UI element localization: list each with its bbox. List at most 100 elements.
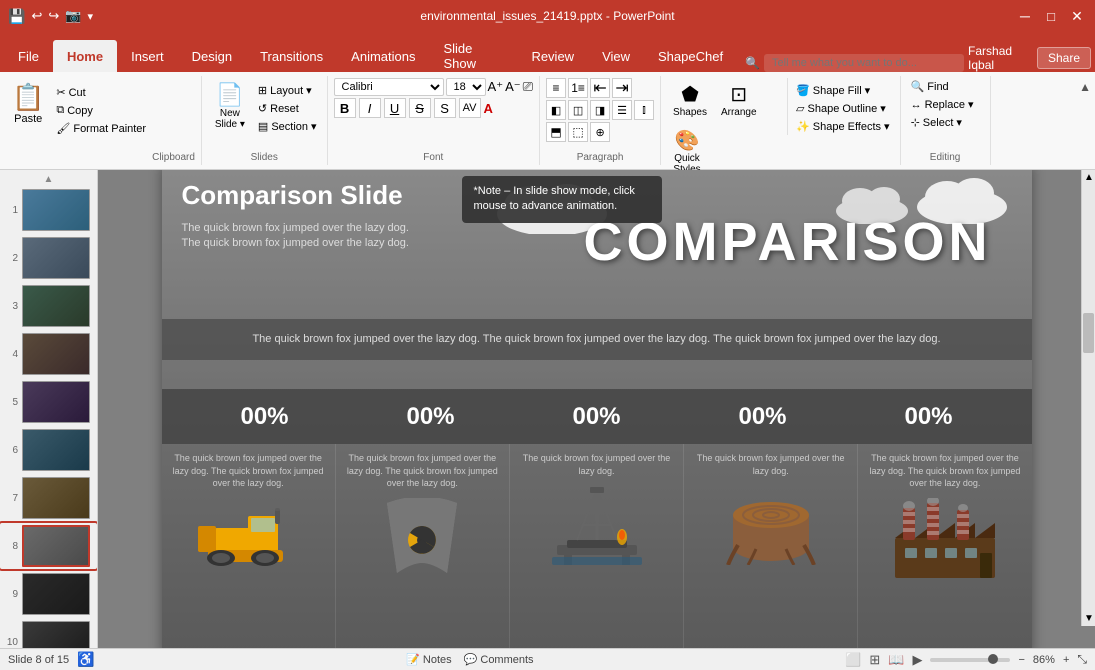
scroll-thumb[interactable] — [1083, 313, 1094, 353]
font-size-select[interactable]: 18 — [446, 78, 486, 96]
zoom-in-button[interactable]: + — [1063, 654, 1069, 666]
columns-button[interactable]: ⫾ — [634, 100, 654, 120]
shape-effects-button[interactable]: ✨ Shape Effects ▾ — [792, 118, 894, 135]
font-family-select[interactable]: Calibri — [334, 78, 444, 96]
notes-button[interactable]: 📝 Notes — [406, 653, 451, 666]
stat-5: 00% — [904, 403, 952, 431]
slide-thumb-4[interactable]: 4 — [0, 331, 97, 377]
slideshow-view-button[interactable]: ▶ — [912, 652, 922, 668]
slide-thumb-3[interactable]: 3 — [0, 283, 97, 329]
cut-icon: ✂ — [56, 86, 65, 99]
slide-thumb-7[interactable]: 7 — [0, 475, 97, 521]
align-right-button[interactable]: ◨ — [590, 100, 610, 120]
tab-design[interactable]: Design — [178, 40, 246, 72]
tab-file[interactable]: File — [4, 40, 53, 72]
align-left-button[interactable]: ◧ — [546, 100, 566, 120]
align-text-button[interactable]: ⬚ — [568, 122, 588, 142]
replace-button[interactable]: ↔ Replace ▾ — [907, 96, 984, 113]
select-button[interactable]: ⊹ Select ▾ — [907, 114, 984, 131]
slide-thumb-9[interactable]: 9 — [0, 571, 97, 617]
numbering-button[interactable]: 1≡ — [568, 78, 588, 98]
clipboard-label: Clipboard — [152, 150, 195, 163]
clear-format-button[interactable]: ⎚ — [523, 79, 533, 95]
redo-icon[interactable]: ↪ — [48, 8, 59, 24]
quick-styles-icon: 🎨 — [675, 128, 700, 153]
slide-thumb-2[interactable]: 2 — [0, 235, 97, 281]
slide-thumb-1[interactable]: 1 — [0, 187, 97, 233]
reading-view-button[interactable]: 📖 — [888, 652, 904, 668]
tab-insert[interactable]: Insert — [117, 40, 178, 72]
bulldozer-icon — [193, 498, 303, 573]
share-button[interactable]: Share — [1037, 47, 1091, 69]
align-center-button[interactable]: ◫ — [568, 100, 588, 120]
fit-slide-button[interactable]: ⤡ — [1077, 652, 1087, 667]
accessibility-icon[interactable]: ♿ — [77, 651, 94, 668]
slide-subtitle: The quick brown fox jumped over the lazy… — [182, 221, 422, 252]
tab-shapechef[interactable]: ShapeChef — [644, 40, 737, 72]
save-icon[interactable]: 💾 — [8, 8, 25, 25]
tab-review[interactable]: Review — [517, 40, 588, 72]
tab-transitions[interactable]: Transitions — [246, 40, 337, 72]
ribbon-collapse-button[interactable]: ▲ — [1079, 80, 1091, 94]
format-painter-button[interactable]: 🖌 Format Painter — [52, 120, 150, 137]
slide-canvas[interactable]: Comparison Slide The quick brown fox jum… — [162, 170, 1032, 648]
maximize-button[interactable]: □ — [1041, 9, 1061, 24]
font-color-button[interactable]: A — [484, 101, 493, 116]
tab-animations[interactable]: Animations — [337, 40, 429, 72]
reset-button[interactable]: ↺ Reset — [254, 100, 321, 117]
italic-button[interactable]: I — [359, 98, 381, 118]
new-slide-button[interactable]: 📄 NewSlide ▾ — [208, 78, 252, 134]
normal-view-button[interactable]: ⬜ — [845, 652, 861, 668]
tree-stump-icon — [726, 485, 816, 565]
slide-thumb-6[interactable]: 6 — [0, 427, 97, 473]
scroll-up-arrow[interactable]: ▲ — [1082, 170, 1095, 185]
tab-home[interactable]: Home — [53, 40, 117, 72]
slide-thumb-10[interactable]: 10 — [0, 619, 97, 648]
shape-fill-button[interactable]: 🪣 Shape Fill ▾ — [792, 82, 894, 99]
zoom-thumb[interactable] — [988, 654, 998, 664]
text-shadow-button[interactable]: S — [434, 98, 456, 118]
decrease-indent-button[interactable]: ⇤ — [590, 78, 610, 98]
slide-sorter-button[interactable]: ⊞ — [869, 652, 880, 668]
text-direction-button[interactable]: ⬒ — [546, 122, 566, 142]
close-button[interactable]: ✕ — [1067, 8, 1087, 25]
undo-icon[interactable]: ↩ — [31, 8, 42, 24]
underline-button[interactable]: U — [384, 98, 406, 118]
section-button[interactable]: ▤ Section ▾ — [254, 118, 321, 135]
minimize-button[interactable]: ─ — [1015, 8, 1035, 24]
bullets-button[interactable]: ≡ — [546, 78, 566, 98]
justify-button[interactable]: ☰ — [612, 100, 632, 120]
strikethrough-button[interactable]: S — [409, 98, 431, 118]
char-spacing-button[interactable]: AV — [459, 98, 481, 118]
tab-view[interactable]: View — [588, 40, 644, 72]
smartart-button[interactable]: ⊕ — [590, 122, 610, 142]
scroll-track[interactable] — [1082, 185, 1095, 611]
scroll-down-arrow[interactable]: ▼ — [1082, 611, 1095, 626]
increase-indent-button[interactable]: ⇥ — [612, 78, 632, 98]
comments-label: Comments — [480, 654, 533, 666]
arrange-button[interactable]: ⊡ Arrange — [715, 78, 763, 122]
shape-outline-button[interactable]: ▱ Shape Outline ▾ — [792, 100, 894, 117]
decrease-font-button[interactable]: A⁻ — [505, 79, 521, 95]
slide-img-5 — [22, 381, 90, 423]
slide-thumb-8[interactable]: 8 — [0, 523, 97, 569]
zoom-out-button[interactable]: − — [1018, 654, 1024, 666]
layout-button[interactable]: ⊞ Layout ▾ — [254, 82, 321, 99]
paste-button[interactable]: 📋 Paste — [6, 78, 50, 129]
bold-button[interactable]: B — [334, 98, 356, 118]
shapes-button[interactable]: ⬟ Shapes — [667, 78, 713, 122]
layout-icon: ⊞ — [258, 84, 267, 97]
right-scrollbar[interactable]: ▲ ▼ — [1081, 170, 1095, 626]
copy-button[interactable]: ⧉ Copy — [52, 102, 150, 119]
increase-font-button[interactable]: A⁺ — [488, 79, 504, 95]
tab-slideshow[interactable]: Slide Show — [429, 40, 517, 72]
qa-dropdown-icon[interactable]: ▾ — [87, 10, 93, 23]
screenshot-icon[interactable]: 📷 — [65, 8, 81, 24]
comments-button[interactable]: 💬 Comments — [464, 653, 534, 666]
zoom-slider[interactable] — [930, 658, 1010, 662]
find-button[interactable]: 🔍 Find — [907, 78, 984, 95]
search-input[interactable] — [764, 54, 964, 72]
cut-button[interactable]: ✂ Cut — [52, 84, 150, 101]
slides-scroll-up[interactable]: ▲ — [0, 174, 97, 185]
slide-thumb-5[interactable]: 5 — [0, 379, 97, 425]
